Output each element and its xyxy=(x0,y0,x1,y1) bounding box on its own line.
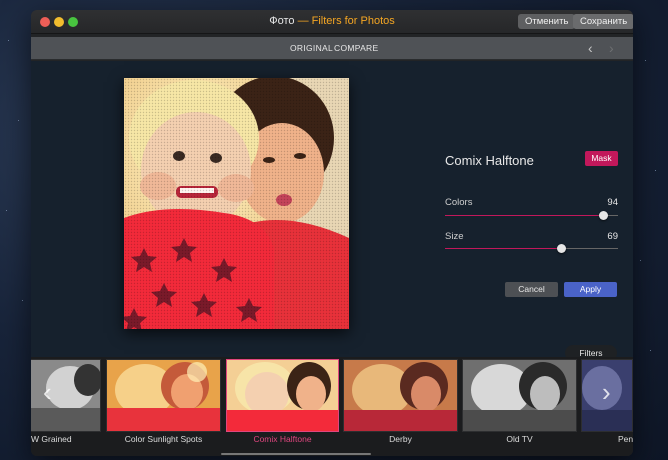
scroll-left-icon[interactable]: ‹ xyxy=(43,377,52,408)
forward-arrow-icon[interactable]: › xyxy=(609,40,614,56)
colors-slider-label: Colors xyxy=(445,197,473,208)
filter-cancel-button[interactable]: Cancel xyxy=(505,282,558,297)
colors-slider-fill xyxy=(445,215,604,216)
size-slider-fill xyxy=(445,248,562,249)
filter-strip: ‹ › W Grained Color Sunlight Spots Comix… xyxy=(31,357,633,456)
back-arrow-icon[interactable]: ‹ xyxy=(588,40,593,56)
colors-slider-value: 94 xyxy=(607,197,618,208)
title-bar: Фото — Filters for Photos Отменить Сохра… xyxy=(31,10,633,34)
filter-label: Pen xyxy=(618,434,633,444)
photo-preview xyxy=(124,78,349,329)
save-edit-button[interactable]: Сохранить xyxy=(573,14,633,29)
filter-label: Old TV xyxy=(506,434,533,444)
colors-slider-thumb[interactable] xyxy=(599,211,608,220)
view-toolbar: ORIGINAL COMPARE ‹ › xyxy=(31,37,633,60)
size-slider-thumb[interactable] xyxy=(557,244,566,253)
filter-label: W Grained xyxy=(31,434,72,444)
filter-thumbnail[interactable] xyxy=(343,359,458,432)
filter-apply-button[interactable]: Apply xyxy=(564,282,617,297)
filter-thumbnail[interactable] xyxy=(31,359,101,432)
compare-toggle[interactable]: COMPARE xyxy=(334,43,378,53)
filter-label: Derby xyxy=(389,434,412,444)
window-title-extension: — Filters for Photos xyxy=(297,15,395,27)
cancel-edit-button[interactable]: Отменить xyxy=(518,14,576,29)
window-title-app: Фото xyxy=(269,15,295,27)
filter-name: Comix Halftone xyxy=(445,153,534,168)
strip-scrollbar[interactable] xyxy=(221,453,371,455)
app-window: Фото — Filters for Photos Отменить Сохра… xyxy=(31,10,633,456)
size-slider-value: 69 xyxy=(607,231,618,242)
filter-label: Comix Halftone xyxy=(253,434,312,444)
filter-label: Color Sunlight Spots xyxy=(124,434,203,444)
scroll-right-icon[interactable]: › xyxy=(602,377,611,408)
original-toggle[interactable]: ORIGINAL xyxy=(290,43,333,53)
filter-thumbnail[interactable] xyxy=(462,359,577,432)
filter-thumbnail[interactable] xyxy=(106,359,221,432)
mask-button[interactable]: Mask xyxy=(585,151,618,166)
filter-thumbnail[interactable] xyxy=(226,359,339,432)
editor-workspace: Comix Halftone Mask Colors 94 Size 69 Ca… xyxy=(31,61,633,361)
size-slider-label: Size xyxy=(445,231,464,242)
